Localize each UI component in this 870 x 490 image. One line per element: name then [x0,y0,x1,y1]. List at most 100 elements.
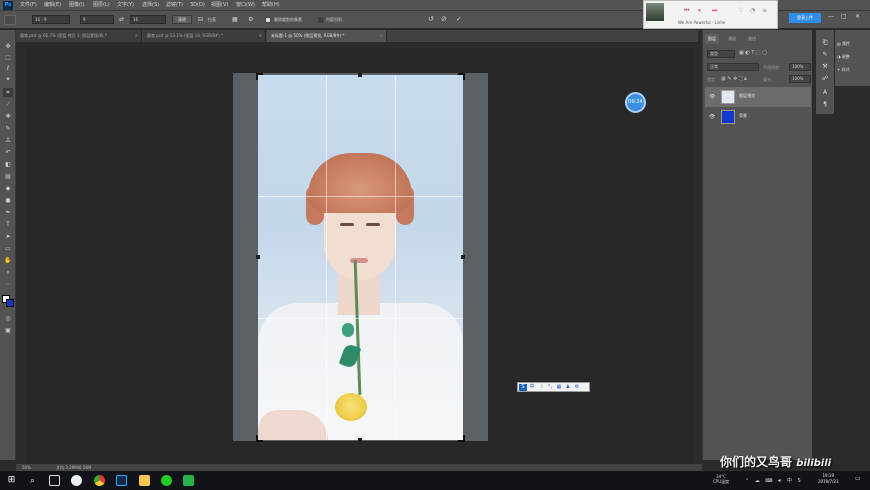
task-view-icon[interactable] [49,475,60,486]
grid-overlay-icon[interactable]: ▦ [232,15,238,24]
system-tray-icons[interactable]: ⌃ ☁ ⌨ 🔊︎ 中 S [745,477,801,484]
crop-tool-preset-icon[interactable] [4,15,16,25]
paragraph-panel-icon[interactable]: ¶ [820,100,830,109]
commit-check-icon[interactable]: ✓ [456,15,462,24]
taskbar-clock[interactable]: 19:19 2019/7/23 [818,473,839,485]
tab-channels[interactable]: 通道 [725,34,739,44]
close-icon[interactable]: × [259,30,262,42]
settings-gear-icon[interactable]: ⚙ [248,15,253,24]
recording-timer-badge[interactable]: 00:24 [625,92,646,113]
menu-select[interactable]: 选择(S) [142,0,159,11]
adjustments-panel-button[interactable]: ◑ 调整 [837,51,869,62]
move-tool-icon[interactable]: ✥ [3,42,13,51]
heart-icon[interactable]: ♡ [738,7,743,14]
tab-paths[interactable]: 路径 [745,34,759,44]
swap-icon[interactable]: ⇄ [119,15,124,24]
history-brush-tool-icon[interactable]: ↶ [3,148,13,157]
tab-document-2[interactable]: 圆笔.psd @ 53.1% (图层 16, RGB/8#) * × [143,30,266,42]
ime-moon-icon[interactable]: ☽ [537,384,545,391]
crop-tool-icon[interactable]: ⌗ [3,88,13,97]
background-color-swatch[interactable] [6,299,14,307]
menu-help[interactable]: 帮助(H) [262,0,280,11]
type-tool-icon[interactable]: T [3,220,13,229]
lasso-tool-icon[interactable]: ℓ [3,64,13,73]
ime-punct-icon[interactable]: °, [546,384,554,391]
menu-filter[interactable]: 滤镜(T) [166,0,183,11]
clone-source-panel-icon[interactable]: ☍ [820,74,830,83]
tool-preset-panel-icon[interactable]: ⚒ [820,62,830,71]
history-panel-icon[interactable]: ⎗ [820,38,830,47]
layer-kind-filter[interactable]: 类型 [707,50,735,58]
app-green-icon[interactable] [161,475,172,486]
properties-panel-button[interactable]: ▤ 属性 [837,38,869,49]
layer-name[interactable]: 背景 [739,113,747,119]
eyedropper-tool-icon[interactable]: ⟋ [3,100,13,109]
crop-handle-top-left[interactable] [256,73,263,80]
marquee-tool-icon[interactable]: ⬚ [3,53,13,62]
prev-track-icon[interactable]: ⏮ [684,7,689,15]
layer-row-preview[interactable]: 👁︎ 图层预览 [705,87,811,107]
more-tools-icon[interactable]: ⋯ [3,280,13,289]
cpu-temp-widget[interactable]: 34°C CPU温度 [713,474,729,484]
reset-icon[interactable]: ↺ [428,15,434,24]
close-icon[interactable]: ✕ [855,13,860,20]
ime-keyboard-icon[interactable]: ▦ [555,384,563,391]
wechat-icon[interactable] [183,475,194,486]
layer-row-background[interactable]: 👁︎ 背景 [705,107,811,127]
menu-file[interactable]: 文件(F) [20,0,37,11]
menu-window[interactable]: 窗口(W) [236,0,255,11]
styles-panel-button[interactable]: ✦ 样式 [837,64,869,75]
login-upload-button[interactable]: 登录上传 [789,13,821,23]
eraser-tool-icon[interactable]: ◧ [3,160,13,169]
photo-canvas[interactable] [258,75,463,440]
cancel-icon[interactable]: ⊘ [441,15,447,24]
dodge-tool-icon[interactable]: ● [3,196,13,205]
minimize-icon[interactable]: — [828,13,834,20]
straighten-label[interactable]: 拉直 [208,15,216,24]
ime-skin-icon[interactable]: ♟ [564,384,572,391]
blur-tool-icon[interactable]: ◆ [3,184,13,193]
menu-3d[interactable]: 3D(D) [190,0,205,11]
file-explorer-icon[interactable] [139,475,150,486]
menu-type[interactable]: 文字(Y) [117,0,134,11]
notification-icon[interactable]: ▭ [855,475,861,482]
height-field[interactable]: 16 [130,15,166,24]
quick-mask-icon[interactable]: ◎ [3,314,13,323]
tab-document-3[interactable]: 未标题-1 @ 50% (图层预览, RGB/8#) * × [267,30,387,42]
close-icon[interactable]: × [380,30,383,42]
blend-mode-select[interactable]: 正常 [707,63,759,71]
crop-handle-top-right[interactable] [458,73,465,80]
document-info[interactable]: 文档:3.29M/6.58M [56,464,91,471]
close-icon[interactable]: × [135,30,138,42]
tab-layers[interactable]: 图层 [705,34,719,44]
playlist-icon[interactable]: ≡ [762,7,767,14]
photoshop-taskbar-icon[interactable] [116,475,127,486]
windows-start-icon[interactable]: ⊞ [6,475,17,486]
lock-icons[interactable]: ▦ ✎ ✥ ⛶ 🔒︎ [721,76,747,82]
gradient-tool-icon[interactable]: ▤ [3,172,13,181]
ime-logo-icon[interactable]: S [519,384,527,391]
tab-document-1[interactable]: 圆笔.psd @ 66.7% (图层 拷贝 1, 图层蒙版/8) * × [16,30,142,42]
crop-handle-bottom-right[interactable] [458,435,465,442]
menu-view[interactable]: 视图(V) [211,0,228,11]
ratio-select[interactable]: 16 : 9 [32,15,70,24]
search-icon[interactable]: ⌕ [27,475,38,486]
maximize-icon[interactable]: □ [841,13,847,20]
pause-icon[interactable]: ⏸ [698,7,701,15]
ime-chinese-toggle[interactable]: 中 [528,384,536,391]
chrome-icon[interactable] [94,475,105,486]
crop-handle-bottom[interactable] [358,438,362,442]
shape-tool-icon[interactable]: ▭ [3,244,13,253]
ime-settings-icon[interactable]: ⚙ [573,384,581,391]
straighten-icon[interactable]: ⊟ [198,15,203,24]
clear-button[interactable]: 清除 [172,15,192,24]
menu-layer[interactable]: 图层(L) [93,0,110,11]
fill-field[interactable]: 100% [789,75,811,83]
pen-tool-icon[interactable]: ✒ [3,208,13,217]
path-selection-tool-icon[interactable]: ➤ [3,232,13,241]
layer-name[interactable]: 图层预览 [739,93,755,99]
app-icon[interactable] [71,475,82,486]
brush-tool-icon[interactable]: ✎ [3,124,13,133]
crop-handle-right[interactable] [461,255,465,259]
menu-image[interactable]: 图像(I) [69,0,84,11]
